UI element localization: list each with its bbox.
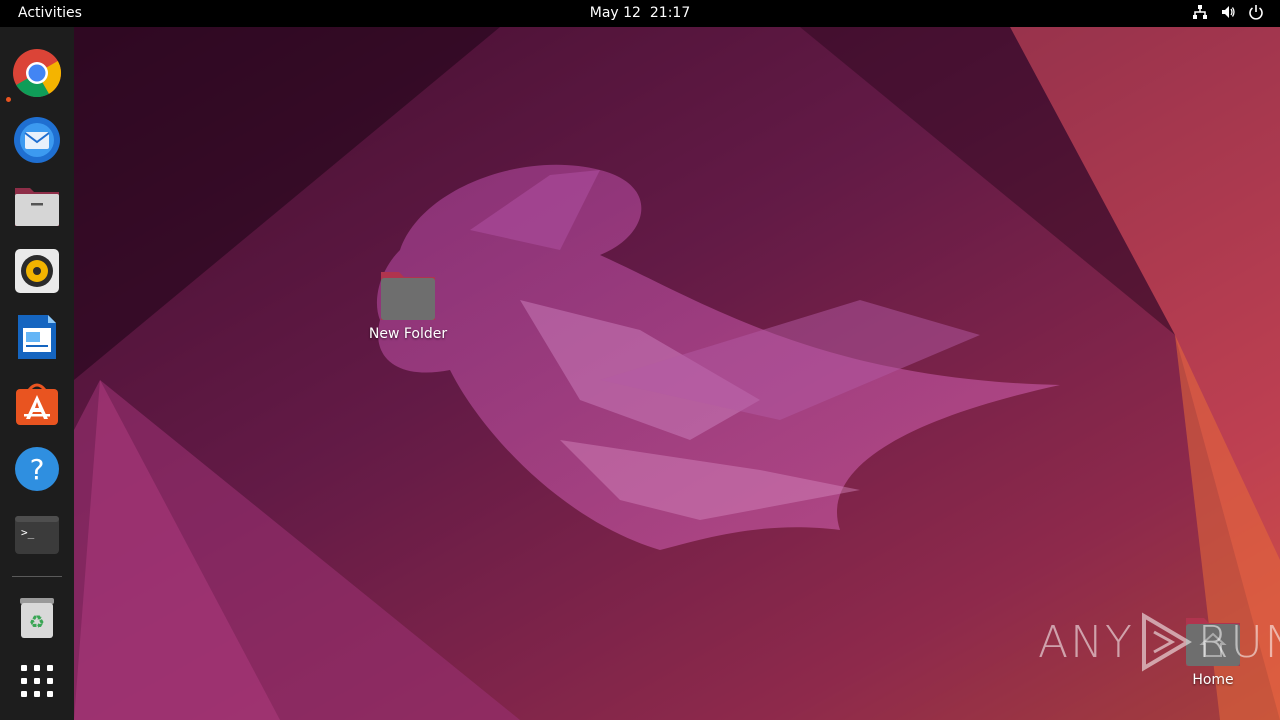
dock-item-files[interactable] [12,180,62,230]
dock-item-thunderbird[interactable] [12,114,62,164]
writer-icon [18,315,56,359]
terminal-icon: >_ [15,516,59,554]
dock-item-chrome[interactable] [12,48,62,98]
dock: ? >_ ♻ [0,27,74,720]
thunderbird-icon [14,117,60,163]
folder-icon [381,272,435,320]
network-icon[interactable] [1192,4,1208,20]
watermark-text-right: RUN [1197,616,1280,668]
dock-item-rhythmbox[interactable] [12,246,62,296]
files-icon [15,188,59,226]
play-logo-icon [1141,612,1192,672]
desktop-icon-new-folder[interactable]: New Folder [353,268,463,342]
trash-icon: ♻ [20,598,54,638]
watermark-text-left: ANY [1038,616,1134,668]
app-grid-icon [21,665,53,697]
running-indicator [6,97,11,102]
power-icon[interactable] [1248,4,1264,20]
dock-item-trash[interactable]: ♻ [12,592,62,642]
dock-item-show-apps[interactable] [12,656,62,706]
volume-icon[interactable] [1220,4,1236,20]
dock-item-terminal[interactable]: >_ [12,510,62,560]
dock-separator [12,576,62,577]
top-bar: Activities May 12 21:17 [0,0,1280,27]
clock: May 12 21:17 [0,5,1280,21]
svg-text:?: ? [30,453,45,486]
software-icon [16,383,58,425]
activities-button[interactable]: Activities [18,5,82,21]
dock-item-help[interactable]: ? [12,444,62,494]
anyrun-watermark: ANY RUN [1038,612,1280,672]
rhythmbox-icon [15,249,59,293]
clock-date[interactable]: May 12 [590,5,641,21]
svg-text:>_: >_ [21,526,35,539]
desktop-icon-label: Home [1192,672,1234,688]
help-icon: ? [15,447,59,491]
dock-item-writer[interactable] [12,312,62,362]
system-tray[interactable] [1192,4,1264,20]
dock-item-ubuntu-software[interactable] [12,378,62,428]
chrome-icon [13,49,62,98]
clock-time[interactable]: 21:17 [650,5,690,21]
svg-text:♻: ♻ [29,612,45,633]
desktop-icon-label: New Folder [368,326,448,342]
